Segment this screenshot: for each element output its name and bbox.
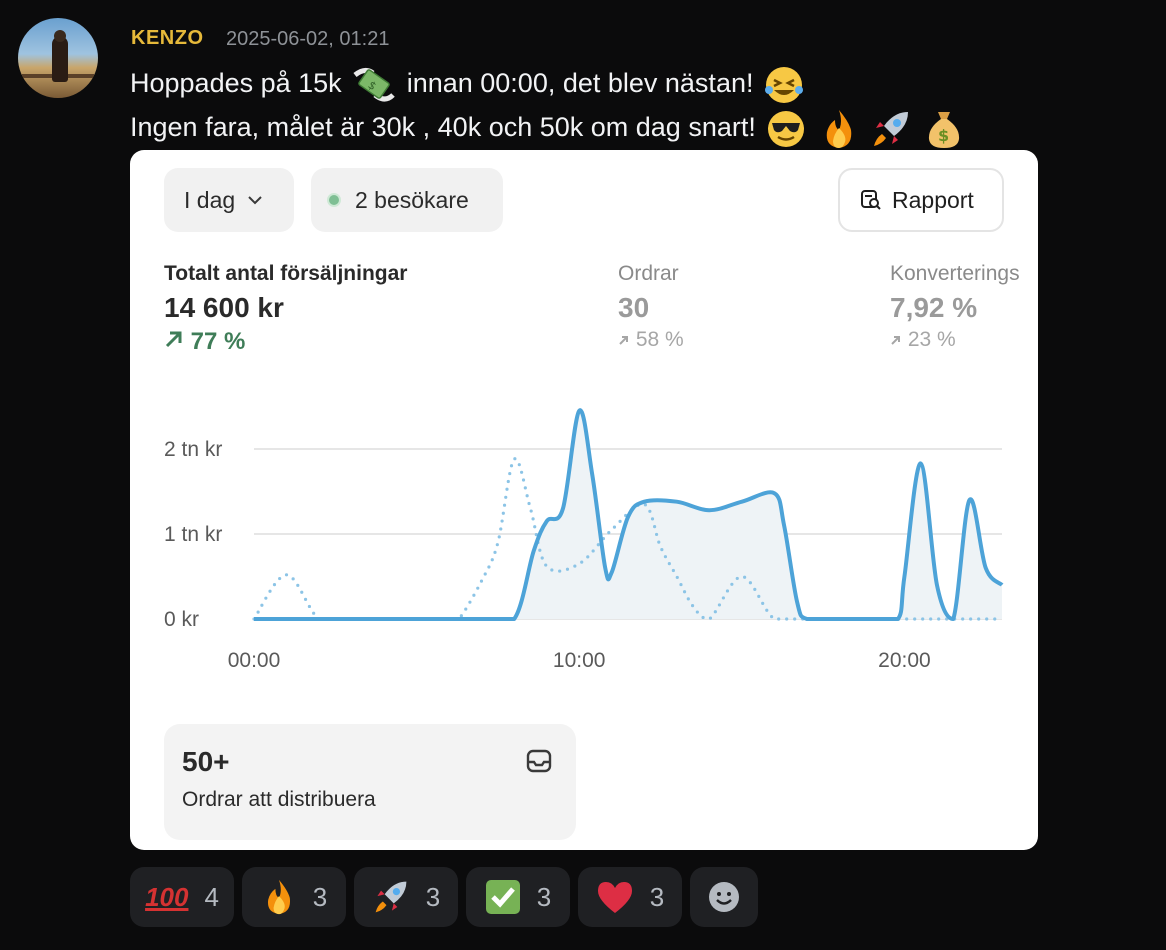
- money-with-wings-icon: $: [353, 67, 395, 102]
- reaction-rocket[interactable]: 3: [354, 867, 458, 927]
- svg-text:$: $: [938, 126, 949, 145]
- money-bag-icon: $: [928, 112, 959, 148]
- metric-value: 30: [618, 292, 650, 323]
- message-timestamp: 2025-06-02, 01:21: [226, 28, 390, 50]
- message-text-2: Ingen fara, målet är 30k , 40k och 50k o…: [130, 112, 756, 143]
- message-text-1a: Hoppades på 15k: [130, 68, 342, 99]
- sales-line-chart: 2 tn kr 1 tn kr 0 kr 00:00 10:00 20:00: [164, 408, 1004, 672]
- smiley-add-reaction-icon: [709, 882, 739, 912]
- y-tick-label: 0 kr: [164, 608, 199, 631]
- visitors-label: 2 besökare: [355, 186, 469, 213]
- report-search-icon: [861, 190, 881, 210]
- metric-label: Totalt antal försäljningar: [164, 262, 408, 285]
- reaction-count: 3: [425, 881, 441, 912]
- rocket-icon: [874, 112, 909, 146]
- metric-orders[interactable]: Ordrar 30 58 %: [618, 262, 684, 352]
- orders-to-fulfill-value: 50+: [182, 746, 230, 777]
- fire-icon: [267, 879, 290, 915]
- reaction-heart[interactable]: 3: [578, 867, 682, 927]
- reaction-fire[interactable]: 3: [242, 867, 346, 927]
- rocket-icon: [375, 881, 407, 913]
- reactions-bar: 100 4 3 3 3 3: [130, 867, 758, 927]
- message-line-2: Ingen fara, målet är 30k , 40k och 50k o…: [130, 108, 966, 150]
- reaction-count: 3: [536, 881, 552, 912]
- reaction-count: 3: [649, 881, 665, 912]
- metric-change: 23 %: [890, 328, 1020, 352]
- reaction-hundred[interactable]: 100 4: [130, 867, 234, 927]
- y-tick-label: 2 tn kr: [164, 438, 222, 461]
- date-range-label: I dag: [184, 186, 236, 213]
- username[interactable]: KENZO: [131, 27, 204, 50]
- metric-value: 7,92 %: [890, 292, 978, 323]
- reaction-check[interactable]: 3: [466, 867, 570, 927]
- metric-total-sales[interactable]: Totalt antal försäljningar 14 600 kr 77 …: [164, 262, 407, 356]
- report-button[interactable]: Rapport: [838, 168, 1004, 232]
- arrow-up-right-icon: [165, 331, 182, 348]
- reaction-count: 3: [312, 881, 328, 912]
- arrow-up-right-icon: [891, 336, 900, 345]
- red-heart-icon: [597, 882, 632, 913]
- live-indicator-icon: [327, 193, 341, 207]
- user-avatar[interactable]: [18, 18, 98, 98]
- chevron-down-icon: [248, 196, 262, 205]
- metric-change: 58 %: [618, 328, 684, 352]
- date-range-dropdown[interactable]: I dag: [164, 168, 294, 232]
- metric-label: Ordrar: [618, 262, 679, 285]
- metric-change: 77 %: [164, 328, 407, 356]
- live-visitors-pill[interactable]: 2 besökare: [311, 168, 503, 232]
- metric-label: Konverterings: [890, 262, 1020, 285]
- check-mark-button-icon: [485, 880, 520, 914]
- analytics-card-image: I dag 2 besökare Rapport Totalt antal fö…: [130, 150, 1038, 850]
- metric-conversion[interactable]: Konverterings 7,92 % 23 %: [890, 262, 1020, 352]
- reaction-count: 4: [204, 881, 219, 912]
- orders-to-fulfill-card[interactable]: 50+ Ordrar att distribuera: [164, 724, 576, 840]
- x-tick-label: 10:00: [553, 649, 606, 672]
- x-tick-label: 00:00: [228, 649, 281, 672]
- message-line-1: Hoppades på 15k $ innan 00:00, det blev …: [130, 64, 807, 106]
- add-reaction-button[interactable]: [690, 867, 758, 927]
- joy-icon: [765, 67, 803, 103]
- fire-icon: [826, 110, 852, 148]
- hundred-points-icon: 100: [145, 881, 189, 912]
- metric-value: 14 600 kr: [164, 292, 284, 323]
- y-tick-label: 1 tn kr: [164, 523, 222, 546]
- report-label: Rapport: [892, 186, 974, 213]
- message-text-1b: innan 00:00, det blev nästan!: [406, 68, 754, 99]
- inbox-icon: [526, 749, 552, 773]
- arrow-up-right-icon: [619, 336, 628, 345]
- sunglasses-icon: [768, 111, 805, 147]
- x-tick-label: 20:00: [878, 649, 931, 672]
- orders-to-fulfill-label: Ordrar att distribuera: [182, 788, 376, 811]
